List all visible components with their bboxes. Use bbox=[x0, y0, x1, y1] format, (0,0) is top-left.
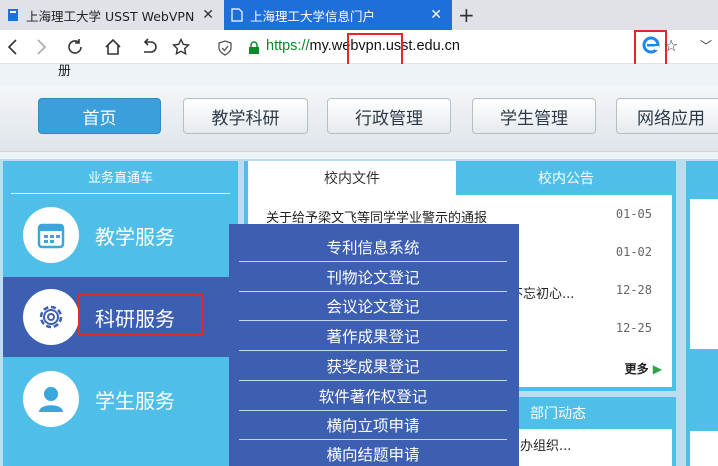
menu-home[interactable]: 首页 bbox=[38, 98, 161, 134]
dept-news-item[interactable]: 办组织... bbox=[520, 435, 571, 454]
dropdown-item-awards[interactable]: 获奖成果登记 bbox=[239, 351, 507, 381]
page-favicon-icon bbox=[230, 8, 244, 22]
toolbar: https://my.webvpn.usst.edu.cn bbox=[0, 30, 718, 81]
dropdown-item-project-application[interactable]: 横向立项申请 bbox=[239, 410, 507, 440]
tab-campus-notices[interactable]: 校内公告 bbox=[456, 161, 676, 195]
webvpn-favicon-icon bbox=[6, 8, 20, 22]
dropdown-item-publications[interactable]: 著作成果登记 bbox=[239, 321, 507, 351]
more-arrow-icon: ▶ bbox=[652, 362, 662, 376]
tab-strip: 上海理工大学 USST WebVPN ✕ 上海理工大学信息门户 ✕ + bbox=[0, 0, 718, 30]
highlight-box-research bbox=[78, 293, 203, 335]
tab-campus-documents[interactable]: 校内文件 bbox=[248, 161, 456, 195]
more-link[interactable]: 更多 ▶ bbox=[625, 360, 662, 377]
menu-student-management[interactable]: 学生管理 bbox=[472, 98, 596, 134]
news-date: 01-02 bbox=[615, 245, 652, 259]
news-date: 12-25 bbox=[615, 321, 652, 335]
tab-webvpn[interactable]: 上海理工大学 USST WebVPN ✕ bbox=[0, 0, 224, 30]
tab-portal[interactable]: 上海理工大学信息门户 ✕ bbox=[224, 0, 452, 30]
dropdown-item-software-copyright[interactable]: 软件著作权登记 bbox=[239, 381, 507, 411]
sidebar-item-label: 教学服务 bbox=[95, 225, 175, 249]
dropdown-item-project-closure[interactable]: 横向结题申请 bbox=[239, 439, 507, 466]
undo-icon[interactable] bbox=[136, 34, 162, 60]
tab-close-icon[interactable]: ✕ bbox=[202, 7, 214, 23]
forward-icon[interactable] bbox=[28, 34, 54, 60]
dropdown-item-conference-paper[interactable]: 会议论文登记 bbox=[239, 291, 507, 321]
lock-icon bbox=[248, 40, 260, 59]
menu-network-apps[interactable]: 网络应用 bbox=[616, 98, 718, 134]
news-date: 01-05 bbox=[615, 207, 652, 221]
chevron-down-icon[interactable]: ﹀ bbox=[700, 37, 712, 54]
sidebar-item-student[interactable]: 学生服务 bbox=[3, 359, 238, 439]
dropdown-item-journal-paper[interactable]: 刊物论文登记 bbox=[239, 262, 507, 292]
reload-icon[interactable] bbox=[62, 34, 88, 60]
more-label: 更多 bbox=[624, 362, 649, 376]
sidebar-divider bbox=[11, 193, 230, 194]
tab-title: 上海理工大学信息门户 bbox=[250, 8, 376, 24]
main-menu: 首页 教学科研 行政管理 学生管理 网络应用 bbox=[0, 86, 718, 152]
tab-close-icon[interactable]: ✕ bbox=[430, 7, 442, 23]
tab-title: 上海理工大学 USST WebVPN bbox=[26, 8, 195, 24]
menu-teaching-research[interactable]: 教学科研 bbox=[183, 98, 308, 134]
sidebar-header: 业务直通车 bbox=[87, 170, 153, 186]
user-icon bbox=[23, 371, 79, 427]
gear-icon bbox=[23, 289, 79, 345]
right-panel bbox=[686, 161, 718, 466]
shield-icon bbox=[218, 40, 232, 60]
sidebar-item-label: 学生服务 bbox=[95, 389, 175, 413]
url-scheme: https:// bbox=[266, 38, 310, 54]
bookmark-star-icon[interactable] bbox=[168, 34, 194, 60]
home-icon[interactable] bbox=[100, 34, 126, 60]
calendar-icon bbox=[23, 207, 79, 263]
menu-administration[interactable]: 行政管理 bbox=[327, 98, 451, 134]
research-services-dropdown: 专利信息系统 刊物论文登记 会议论文登记 著作成果登记 获奖成果登记 软件著作权… bbox=[229, 224, 519, 466]
favorites-star-icon[interactable]: ☆ bbox=[664, 36, 678, 55]
address-bar[interactable]: https://my.webvpn.usst.edu.cn bbox=[218, 34, 628, 60]
sidebar-item-teaching[interactable]: 教学服务 bbox=[3, 195, 238, 275]
header-cutoff-text: 册 bbox=[58, 64, 72, 79]
dropdown-item-patent[interactable]: 专利信息系统 bbox=[239, 232, 507, 262]
new-tab-button[interactable]: + bbox=[458, 3, 475, 27]
news-date: 12-28 bbox=[615, 283, 652, 297]
back-icon[interactable] bbox=[0, 34, 26, 60]
right-panel-body-2 bbox=[690, 431, 718, 466]
news-title: 不忘初心... bbox=[510, 287, 575, 302]
right-panel-body bbox=[690, 199, 718, 349]
